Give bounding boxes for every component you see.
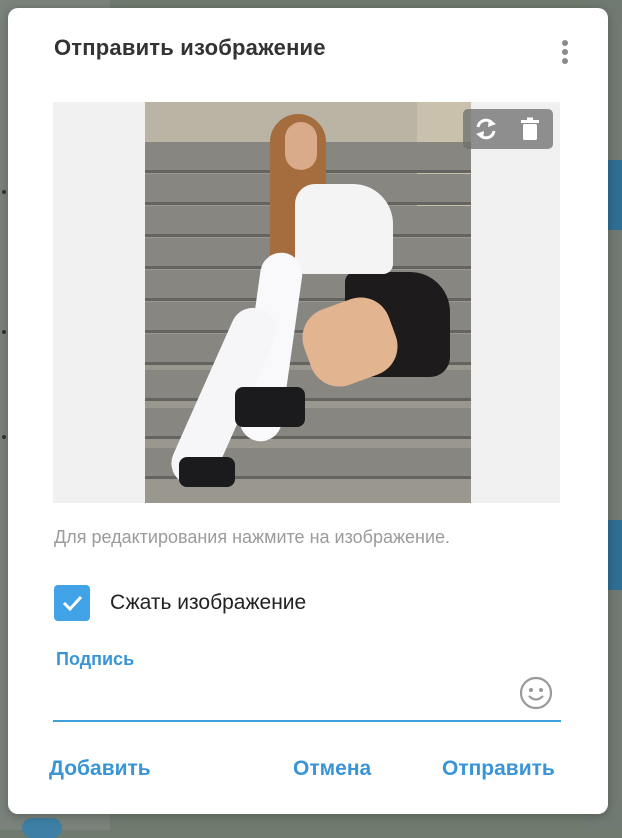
dialog-title: Отправить изображение bbox=[54, 35, 326, 60]
cancel-button[interactable]: Отмена bbox=[293, 757, 371, 781]
caption-input[interactable] bbox=[53, 676, 561, 722]
background-marker bbox=[2, 435, 6, 439]
background-marker bbox=[2, 330, 6, 334]
checkmark-icon bbox=[62, 595, 83, 612]
caption-label: Подпись bbox=[56, 649, 135, 669]
trash-icon[interactable] bbox=[516, 116, 544, 142]
more-vertical-icon[interactable] bbox=[553, 36, 577, 68]
compress-label[interactable]: Сжать изображение bbox=[110, 591, 306, 615]
add-button[interactable]: Добавить bbox=[49, 757, 151, 781]
edit-hint: Для редактирования нажмите на изображени… bbox=[54, 527, 451, 547]
compress-checkbox[interactable] bbox=[54, 585, 90, 621]
background-avatar bbox=[22, 818, 62, 838]
image-toolbar bbox=[463, 109, 553, 149]
attached-photo[interactable] bbox=[145, 102, 471, 503]
smile-icon[interactable] bbox=[519, 676, 553, 710]
image-preview[interactable] bbox=[53, 102, 560, 503]
replace-icon[interactable] bbox=[472, 116, 500, 142]
send-button[interactable]: Отправить bbox=[442, 757, 555, 781]
background-marker bbox=[2, 190, 6, 194]
send-image-dialog: Отправить изображение Для редактирования… bbox=[8, 8, 608, 814]
